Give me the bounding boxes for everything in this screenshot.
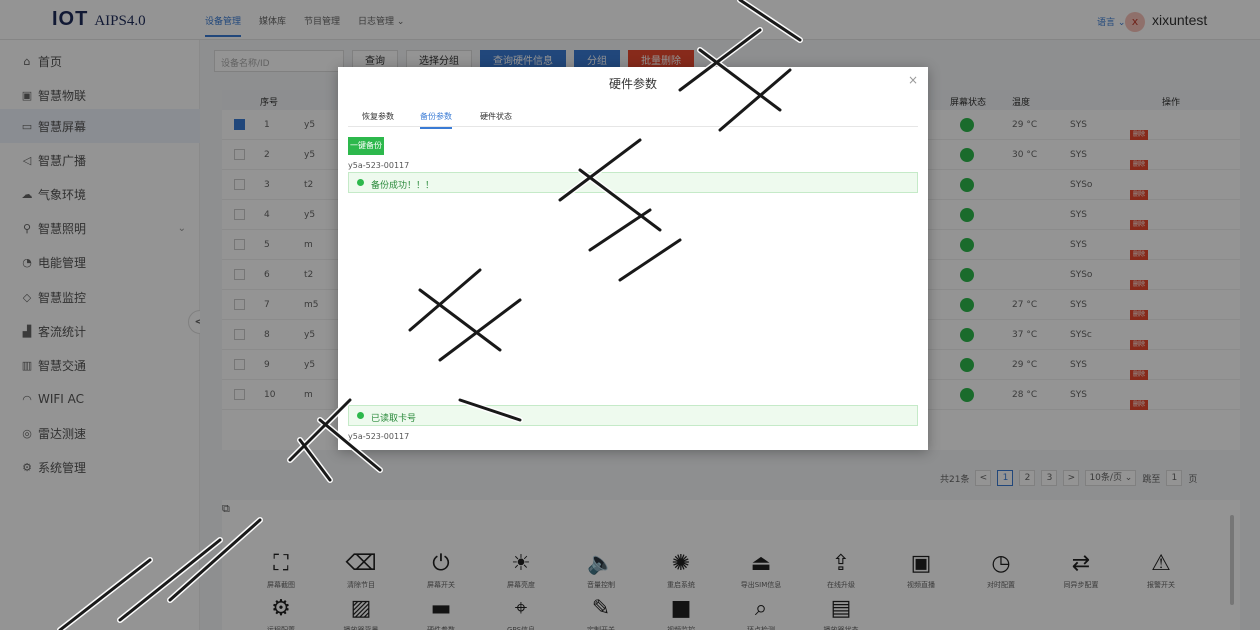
close-icon[interactable]: × — [908, 73, 918, 87]
hardware-params-dialog: 硬件参数 × 恢复参数 备份参数 硬件状态 一键备份 y5a-523-00117… — [338, 67, 928, 450]
one-click-backup-button[interactable]: 一键备份 — [348, 137, 384, 155]
card-read-alert: 已读取卡号 — [348, 405, 918, 426]
success-icon — [357, 179, 364, 186]
tab-hardware-status[interactable]: 硬件状态 — [480, 111, 512, 122]
device-id: y5a-523-00117 — [348, 161, 410, 170]
success-icon — [357, 412, 364, 419]
tab-restore-params[interactable]: 恢复参数 — [362, 111, 394, 122]
device-id-bottom: y5a-523-00117 — [348, 432, 410, 441]
tab-backup-params[interactable]: 备份参数 — [420, 111, 452, 129]
dialog-tabs: 恢复参数 备份参数 硬件状态 — [348, 107, 918, 129]
success-alert: 备份成功！！！ — [348, 172, 918, 193]
success-message: 备份成功！！！ — [371, 181, 435, 191]
card-read-message: 已读取卡号 — [371, 414, 417, 424]
dialog-title: 硬件参数 — [608, 77, 657, 91]
